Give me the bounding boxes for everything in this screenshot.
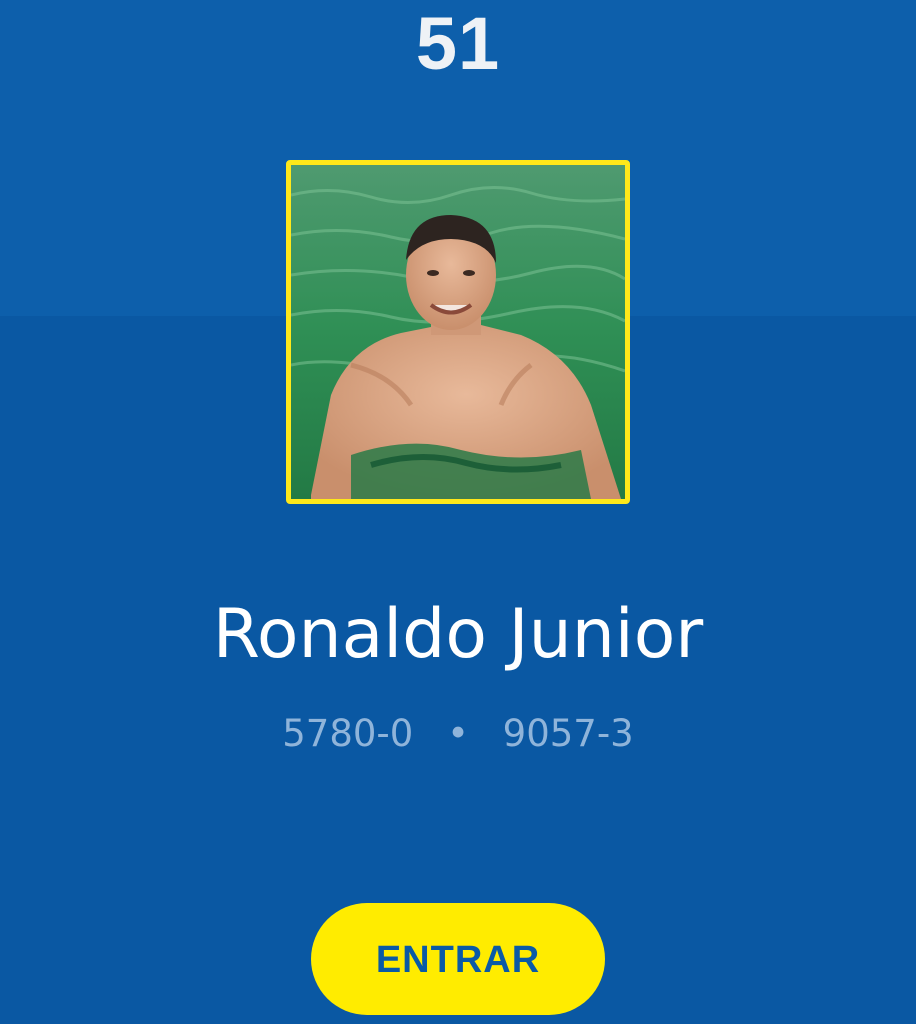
agency-number: 5780-0	[282, 712, 414, 755]
login-screen: 51 Ronaldo Junior 5780-0 • 9057-3 ENTRAR	[0, 0, 916, 1024]
header-number: 51	[415, 2, 501, 85]
separator-dot: •	[447, 712, 469, 755]
user-name: Ronaldo Junior	[212, 595, 704, 674]
profile-photo-image	[291, 165, 625, 499]
account-number: 9057-3	[502, 712, 634, 755]
enter-button[interactable]: ENTRAR	[311, 903, 605, 1015]
account-info: 5780-0 • 9057-3	[0, 708, 916, 760]
profile-photo	[286, 160, 630, 504]
